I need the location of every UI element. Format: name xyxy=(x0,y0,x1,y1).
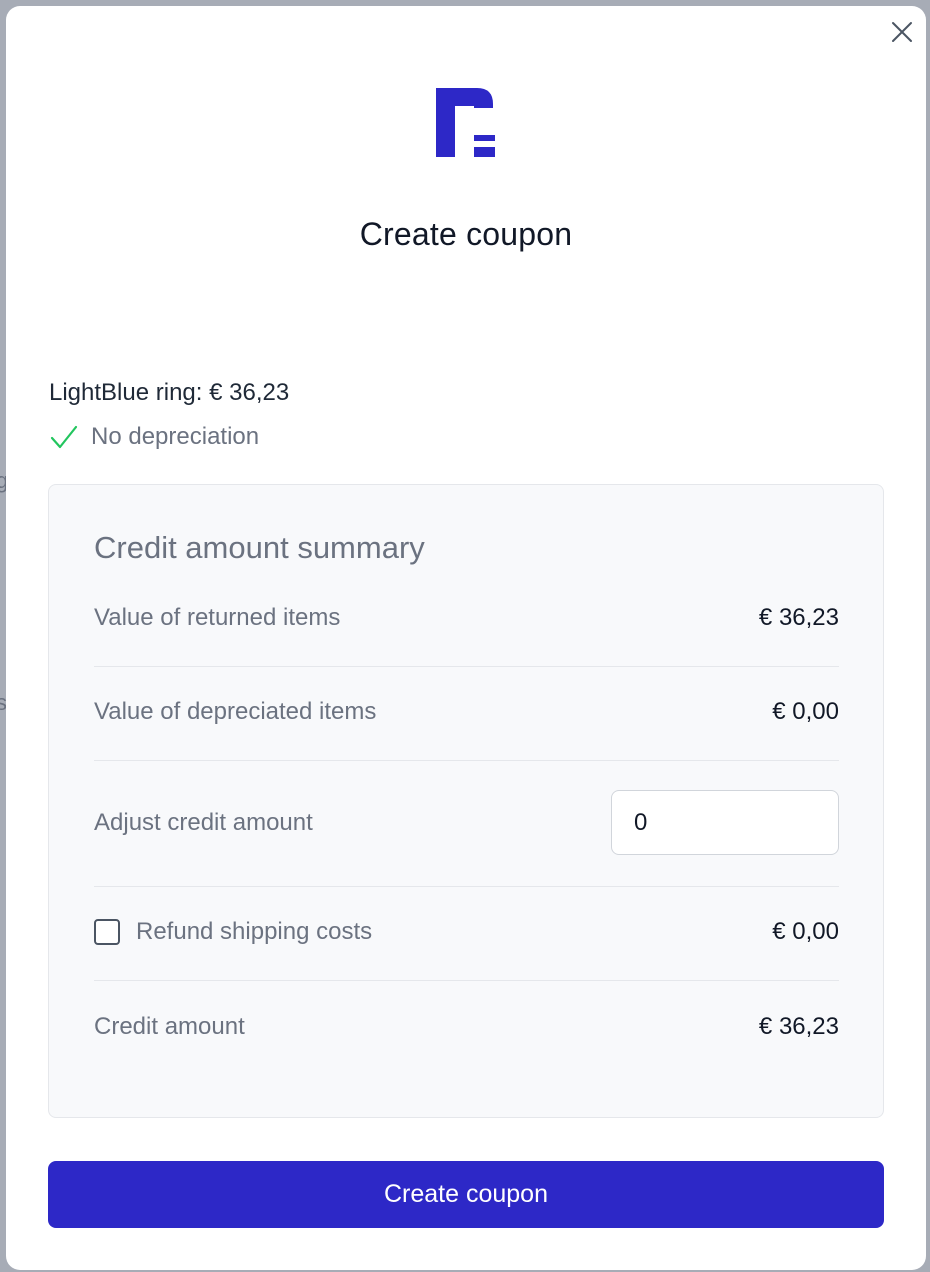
adjust-credit-label: Adjust credit amount xyxy=(94,808,313,836)
divider xyxy=(94,980,839,981)
modal-title: Create coupon xyxy=(359,216,573,252)
brand-logo xyxy=(433,84,497,160)
refund-shipping-toggle[interactable]: Refund shipping costs xyxy=(94,918,372,946)
close-icon xyxy=(888,18,916,46)
refund-shipping-checkbox[interactable] xyxy=(94,919,120,945)
adjust-credit-row: Adjust credit amount xyxy=(94,790,839,855)
refund-shipping-row: Refund shipping costs € 0,00 xyxy=(94,917,839,947)
credit-amount-row: Credit amount € 36,23 xyxy=(94,1012,839,1042)
returned-items-label: Value of returned items xyxy=(94,604,341,631)
summary-title: Credit amount summary xyxy=(94,530,425,565)
returned-items-row: Value of returned items € 36,23 xyxy=(94,603,839,633)
divider xyxy=(94,666,839,667)
depreciated-items-row: Value of depreciated items € 0,00 xyxy=(94,697,839,727)
refund-shipping-label: Refund shipping costs xyxy=(136,918,373,945)
depreciated-items-value: € 0,00 xyxy=(772,698,839,725)
close-button[interactable] xyxy=(888,18,916,46)
create-coupon-modal: Create coupon LightBlue ring: € 36,23 No… xyxy=(6,6,926,1270)
depreciation-status: No depreciation xyxy=(49,423,259,451)
refund-shipping-value: € 0,00 xyxy=(772,918,839,945)
divider xyxy=(94,886,839,887)
checkmark-icon xyxy=(49,423,79,451)
adjust-credit-input[interactable] xyxy=(611,790,839,855)
depreciated-items-label: Value of depreciated items xyxy=(94,698,377,725)
depreciation-status-text: No depreciation xyxy=(91,423,260,450)
credit-amount-value: € 36,23 xyxy=(758,1013,839,1040)
create-coupon-button[interactable]: Create coupon xyxy=(48,1161,884,1228)
divider xyxy=(94,760,839,761)
returned-item-line: LightBlue ring: € 36,23 xyxy=(49,379,290,406)
credit-summary-panel: Credit amount summary Value of returned … xyxy=(48,484,884,1118)
returned-items-value: € 36,23 xyxy=(758,604,839,631)
credit-amount-label: Credit amount xyxy=(94,1013,245,1040)
